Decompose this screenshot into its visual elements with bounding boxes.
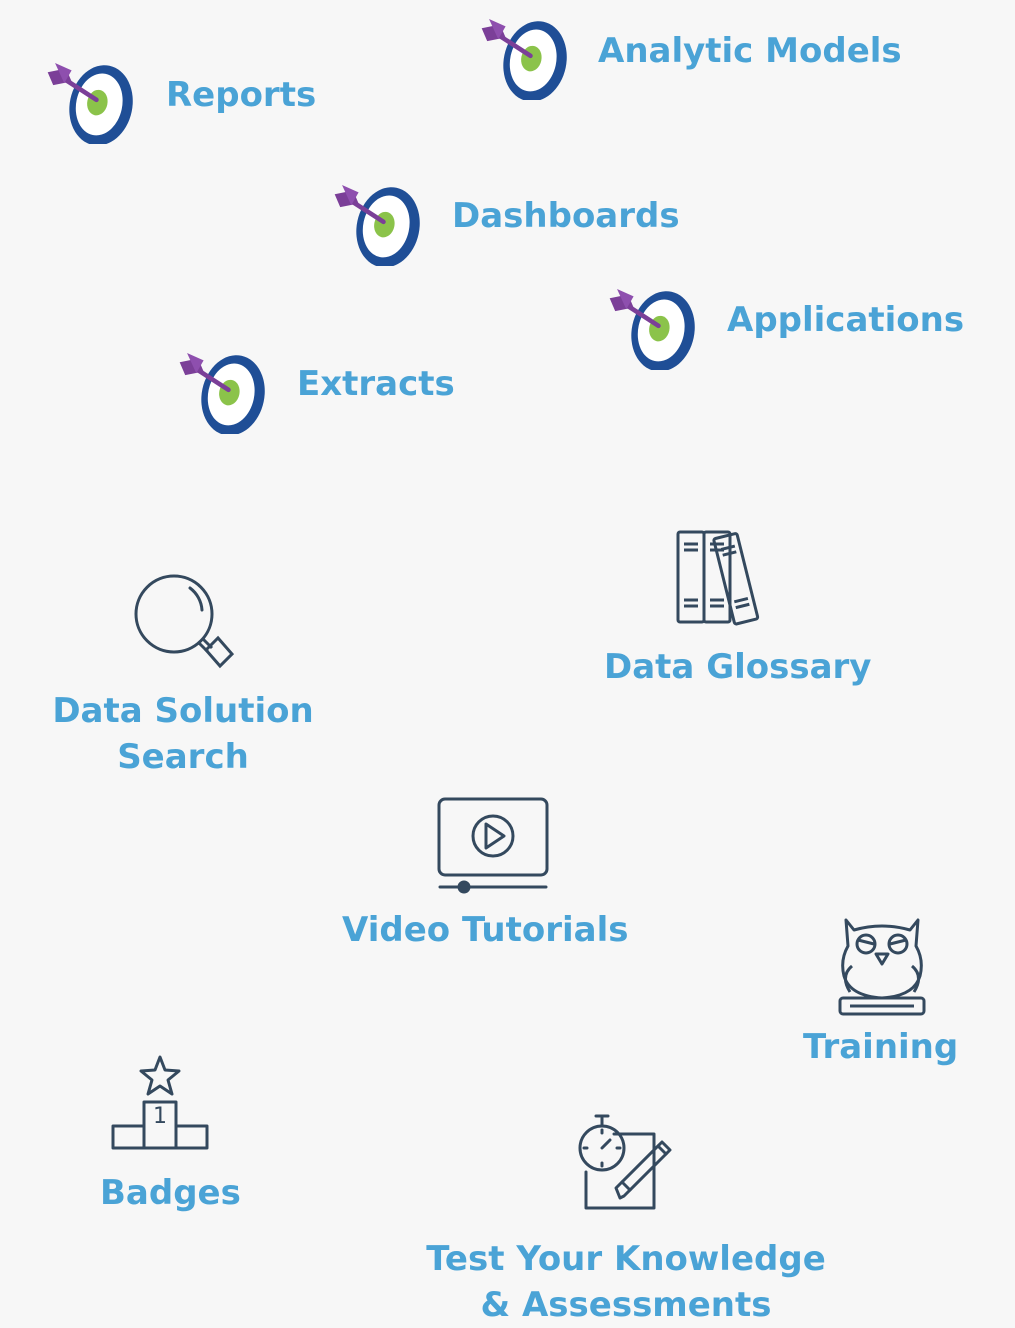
target-dart-icon[interactable] (472, 8, 576, 100)
badges-label[interactable]: Badges (100, 1170, 241, 1216)
stopwatch-notepad-icon[interactable] (574, 1112, 678, 1212)
extracts-label[interactable]: Extracts (297, 361, 455, 407)
podium-star-icon[interactable]: 1 (110, 1054, 210, 1152)
magnifier-icon[interactable] (132, 574, 236, 674)
test-your-knowledge-label[interactable]: Test Your Knowledge & Assessments (400, 1236, 852, 1328)
data-solution-search-label-line2: Search (117, 737, 249, 777)
target-dart-icon[interactable] (170, 342, 274, 434)
data-solution-search-label[interactable]: Data Solution Search (40, 688, 326, 780)
data-solution-search-label-line1: Data Solution (52, 691, 314, 731)
video-tutorials-label[interactable]: Video Tutorials (342, 907, 629, 953)
analytic-models-label[interactable]: Analytic Models (598, 28, 902, 74)
owl-icon[interactable] (832, 916, 932, 1016)
applications-label[interactable]: Applications (727, 297, 964, 343)
target-dart-icon[interactable] (38, 52, 142, 144)
target-dart-icon[interactable] (325, 174, 429, 266)
test-your-knowledge-label-line1: Test Your Knowledge (426, 1239, 826, 1279)
podium-number: 1 (153, 1104, 167, 1129)
dashboards-label[interactable]: Dashboards (452, 193, 680, 239)
training-label[interactable]: Training (803, 1024, 958, 1070)
data-glossary-label[interactable]: Data Glossary (604, 644, 871, 690)
video-play-icon[interactable] (436, 796, 550, 894)
test-your-knowledge-label-line2: & Assessments (480, 1285, 772, 1325)
books-icon[interactable] (676, 528, 782, 626)
reports-label[interactable]: Reports (166, 72, 316, 118)
target-dart-icon[interactable] (600, 278, 704, 370)
